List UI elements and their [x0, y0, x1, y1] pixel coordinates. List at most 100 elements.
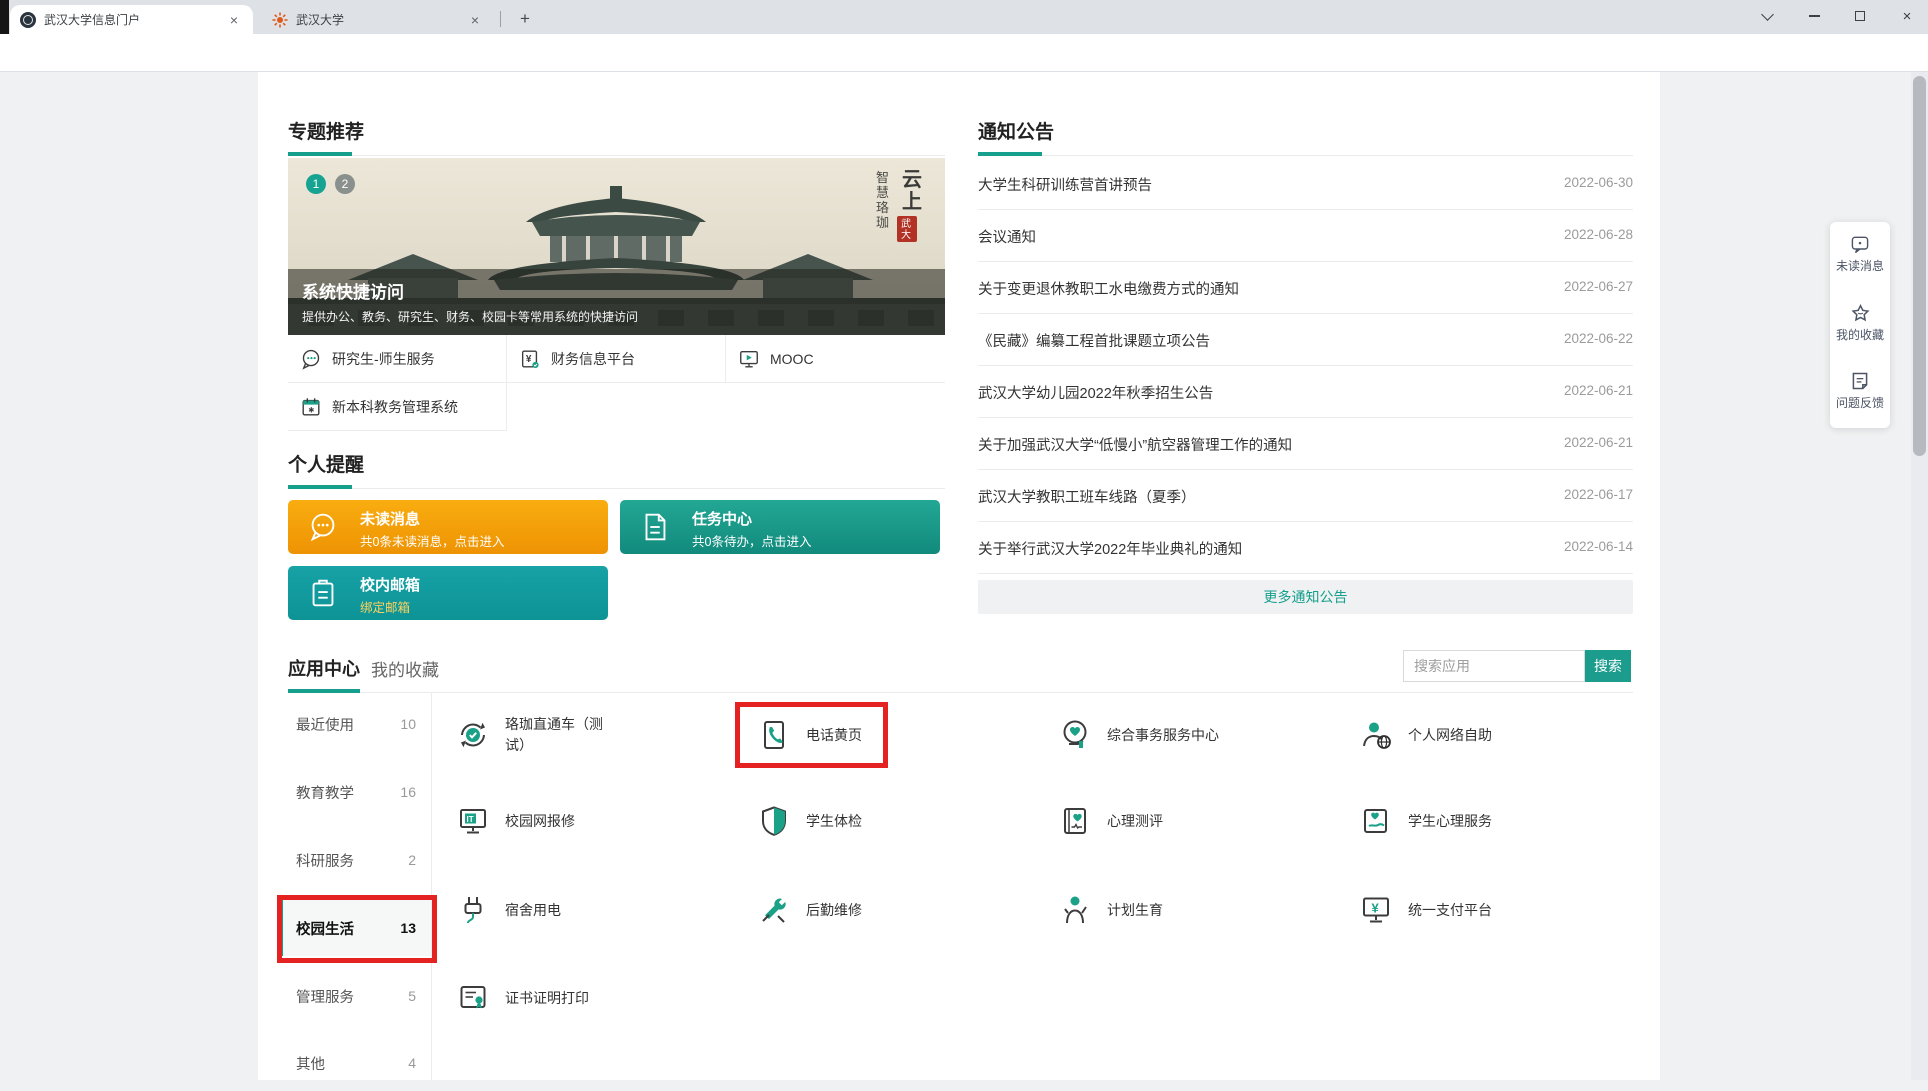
- window-close-icon[interactable]: ×: [1887, 2, 1927, 30]
- new-tab-button[interactable]: +: [512, 6, 538, 32]
- notice-link[interactable]: 武汉大学幼儿园2022年秋季招生公告: [978, 382, 1213, 403]
- notice-date: 2022-06-21: [1564, 383, 1633, 398]
- app-dorm-electricity[interactable]: 宿舍用电: [455, 886, 561, 934]
- svg-text:✱: ✱: [308, 405, 314, 414]
- app-center-divider: [288, 692, 1633, 693]
- category-education[interactable]: 教育教学16: [280, 764, 432, 820]
- float-unread-messages[interactable]: 未读消息: [1830, 236, 1890, 274]
- reminders-title: 个人提醒: [288, 450, 364, 477]
- notice-link[interactable]: 关于变更退休教职工水电缴费方式的通知: [978, 278, 1239, 299]
- svg-text:珈: 珈: [876, 215, 889, 230]
- notice-link[interactable]: 《民藏》编纂工程首批课题立项公告: [978, 330, 1210, 351]
- featured-underline: [288, 152, 352, 156]
- featured-divider: [288, 155, 945, 156]
- card-subtitle: 共0条未读消息，点击进入: [360, 531, 504, 550]
- category-other[interactable]: 其他4: [280, 1035, 432, 1091]
- quick-link-grad-service[interactable]: 研究生-师生服务: [288, 335, 507, 383]
- card-campus-mail[interactable]: 校内邮箱 绑定邮箱: [288, 566, 608, 620]
- clipboard-mail-icon: [306, 576, 340, 610]
- notice-row[interactable]: 武汉大学教职工班车线路（夏季）2022-06-17: [978, 470, 1633, 522]
- float-my-favorites[interactable]: 我的收藏: [1830, 304, 1890, 343]
- tab-whu-portal[interactable]: 武汉大学信息门户 ×: [10, 5, 253, 34]
- yuan-monitor-icon: ¥: [1358, 892, 1394, 928]
- notice-row[interactable]: 会议通知2022-06-28: [978, 210, 1633, 262]
- category-research[interactable]: 科研服务2: [280, 832, 432, 888]
- quick-link-finance[interactable]: ¥ 财务信息平台: [507, 335, 726, 383]
- browser-chrome: 武汉大学信息门户 × 武汉大学 × + × ← → ⟳ ehall.whu.ed…: [0, 0, 1928, 72]
- task-document-icon: [638, 510, 672, 544]
- notice-link[interactable]: 大学生科研训练营首讲预告: [978, 174, 1152, 195]
- notice-row[interactable]: 关于变更退休教职工水电缴费方式的通知2022-06-27: [978, 262, 1633, 314]
- card-unread-messages[interactable]: 未读消息 共0条未读消息，点击进入: [288, 500, 608, 554]
- banner-subtitle: 提供办公、教务、研究生、财务、校园卡等常用系统的快捷访问: [302, 308, 931, 325]
- notice-link[interactable]: 关于举行武汉大学2022年毕业典礼的通知: [978, 538, 1242, 559]
- carousel-dot-1[interactable]: 1: [306, 174, 326, 194]
- category-campus-life[interactable]: 校园生活13: [280, 900, 432, 956]
- app-affairs-center[interactable]: 综合事务服务中心: [1057, 711, 1219, 759]
- notice-link[interactable]: 会议通知: [978, 226, 1036, 247]
- notice-row[interactable]: 《民藏》编纂工程首批课题立项公告 2022-06-22: [978, 314, 1633, 366]
- card-task-center[interactable]: 任务中心 共0条待办，点击进入: [620, 500, 940, 554]
- notice-link[interactable]: 关于加强武汉大学“低慢小”航空器管理工作的通知: [978, 434, 1292, 455]
- promo-banner[interactable]: 云 上 智 慧 珞 珈 武 大 1 2 系统快捷访问 提供办公、教务、研究生、财…: [288, 158, 945, 335]
- svg-text:大: 大: [901, 228, 911, 241]
- category-management[interactable]: 管理服务5: [280, 968, 432, 1024]
- portal-favicon-icon: [20, 12, 36, 28]
- heart-hand-icon: [1057, 717, 1093, 753]
- app-payment-platform[interactable]: ¥ 统一支付平台: [1358, 886, 1492, 934]
- more-notices-button[interactable]: 更多通知公告: [978, 580, 1633, 614]
- app-psych-service[interactable]: 学生心理服务: [1358, 797, 1492, 845]
- app-campus-net-repair[interactable]: IT 校园网报修: [455, 797, 575, 845]
- float-feedback[interactable]: 问题反馈: [1830, 372, 1890, 411]
- app-network-selfservice[interactable]: 个人网络自助: [1358, 711, 1492, 759]
- carousel-dot-2[interactable]: 2: [335, 174, 355, 194]
- notices-title: 通知公告: [978, 117, 1054, 144]
- app-luojia-express[interactable]: 珞珈直通车（测试）: [455, 711, 607, 759]
- person-globe-icon: [1358, 717, 1394, 753]
- app-logistics-repair[interactable]: 后勤维修: [756, 886, 862, 934]
- svg-text:慧: 慧: [876, 185, 889, 200]
- notice-row[interactable]: 关于加强武汉大学“低慢小”航空器管理工作的通知 2022-06-21: [978, 418, 1633, 470]
- category-column-divider: [431, 692, 432, 1080]
- app-phone-directory[interactable]: 电话黄页: [756, 711, 862, 759]
- quick-link-mooc[interactable]: MOOC: [726, 335, 945, 383]
- svg-text:¥: ¥: [1372, 901, 1380, 916]
- card-title: 校内邮箱: [360, 574, 420, 595]
- app-certificate-print[interactable]: 证书证明打印: [455, 974, 589, 1022]
- svg-text:IT: IT: [467, 815, 474, 824]
- tab-whu[interactable]: 武汉大学 ×: [262, 5, 494, 34]
- app-family-planning[interactable]: 计划生育: [1057, 886, 1163, 934]
- app-center-underline: [288, 689, 360, 693]
- tab-close-icon[interactable]: ×: [466, 12, 484, 28]
- mooc-player-icon: [738, 348, 760, 370]
- notice-row[interactable]: 大学生科研训练营首讲预告2022-06-30: [978, 158, 1633, 210]
- notice-date: 2022-06-22: [1564, 331, 1633, 346]
- tab-my-favorites[interactable]: 我的收藏: [371, 656, 439, 681]
- scrollbar-thumb[interactable]: [1913, 76, 1926, 456]
- quick-link-new-edu-system[interactable]: ✱ 新本科教务管理系统: [288, 383, 507, 431]
- search-input[interactable]: [1403, 650, 1585, 682]
- carousel-pagination: 1 2: [306, 174, 355, 194]
- notice-date: 2022-06-21: [1564, 435, 1633, 450]
- quick-link-label: 研究生-师生服务: [332, 349, 435, 369]
- notice-row[interactable]: 关于举行武汉大学2022年毕业典礼的通知2022-06-14: [978, 522, 1633, 574]
- tab-app-center[interactable]: 应用中心: [288, 655, 360, 681]
- category-recent[interactable]: 最近使用10: [280, 696, 432, 752]
- reminders-underline: [288, 485, 352, 489]
- calendar-icon: ✱: [300, 396, 322, 418]
- banner-overlay: 系统快捷访问 提供办公、教务、研究生、财务、校园卡等常用系统的快捷访问: [288, 269, 945, 335]
- tab-separator: [500, 11, 501, 27]
- window-dropdown-icon[interactable]: [1747, 2, 1787, 30]
- window-minimize-icon[interactable]: [1794, 2, 1834, 30]
- app-psych-test[interactable]: 心理测评: [1057, 797, 1163, 845]
- yuan-card-icon: ¥: [519, 348, 541, 370]
- search-button[interactable]: 搜索: [1585, 650, 1631, 682]
- card-subtitle: 绑定邮箱: [360, 597, 410, 616]
- notice-row[interactable]: 武汉大学幼儿园2022年秋季招生公告 2022-06-21: [978, 366, 1633, 418]
- notice-link[interactable]: 武汉大学教职工班车线路（夏季）: [978, 486, 1196, 507]
- quick-link-label: 新本科教务管理系统: [332, 397, 458, 417]
- window-restore-icon[interactable]: [1840, 2, 1880, 30]
- app-student-physical[interactable]: 学生体检: [756, 797, 862, 845]
- power-plug-icon: [455, 892, 491, 928]
- tab-close-icon[interactable]: ×: [225, 12, 243, 28]
